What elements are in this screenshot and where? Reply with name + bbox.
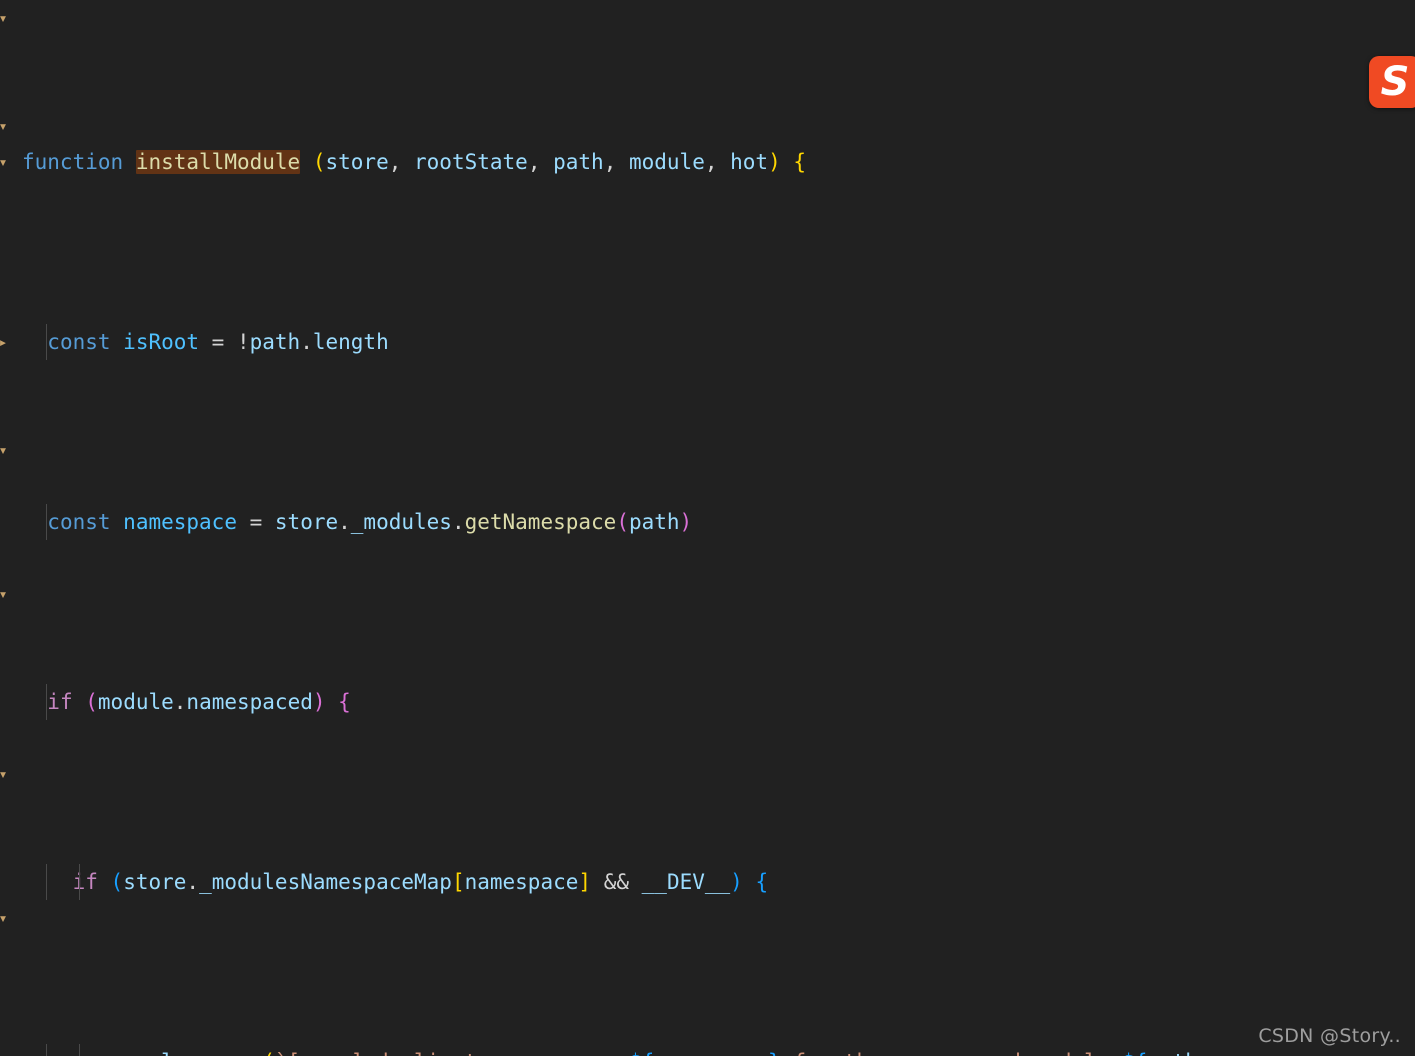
code-line[interactable]: function installModule (store, rootState… — [0, 144, 1415, 180]
code-line[interactable]: const isRoot = !path.length — [0, 324, 1415, 360]
sogou-logo-icon[interactable]: S — [1369, 56, 1415, 108]
indent-guide — [79, 864, 80, 900]
indent-guide — [46, 1044, 47, 1056]
token-keyword: function — [22, 150, 124, 174]
code-line[interactable]: if (store._modulesNamespaceMap[namespace… — [0, 864, 1415, 900]
code-line[interactable]: if (module.namespaced) { — [0, 684, 1415, 720]
indent-guide — [46, 684, 47, 720]
token-function-name-highlighted: installModule — [135, 150, 301, 174]
sogou-logo-letter: S — [1380, 59, 1410, 105]
code-editor[interactable]: ▾ ▾ ▾ ▸ ▾ ▾ ▾ ▾ function installModule (… — [0, 0, 1415, 1056]
indent-guide — [46, 864, 47, 900]
indent-guide — [46, 504, 47, 540]
code-content[interactable]: function installModule (store, rootState… — [0, 0, 1415, 1056]
indent-guide — [46, 324, 47, 360]
code-line[interactable]: console.error(`[vuex] duplicate namespac… — [0, 1044, 1415, 1056]
indent-guide — [79, 1044, 80, 1056]
code-line[interactable]: const namespace = store._modules.getName… — [0, 504, 1415, 540]
watermark-label: CSDN @Story.. — [1258, 1025, 1401, 1047]
